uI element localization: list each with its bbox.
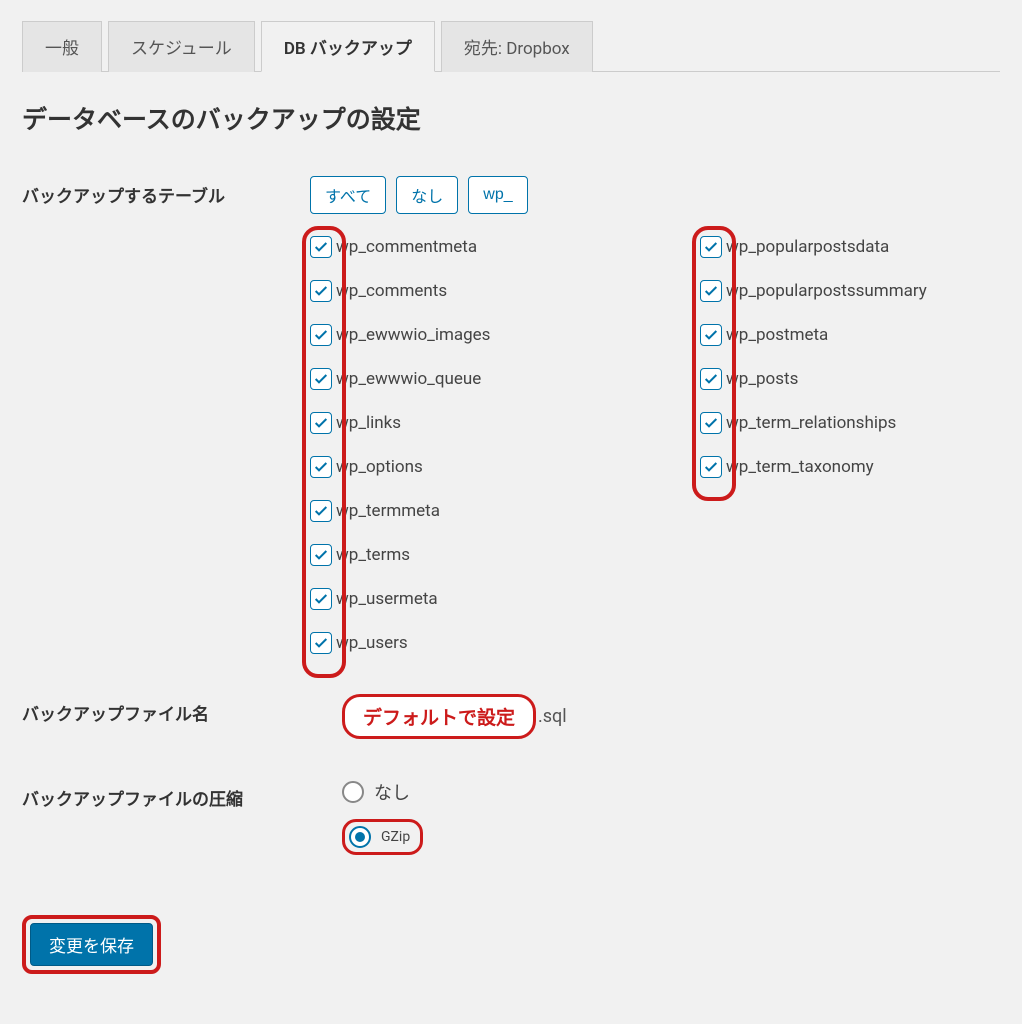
filter-wp-button[interactable]: wp_ (468, 176, 527, 214)
checkbox-wp-popularpostsdata[interactable] (700, 236, 722, 258)
radio-compression-gzip[interactable] (349, 826, 371, 848)
checkbox-wp-options[interactable] (310, 456, 332, 478)
label-compression: バックアップファイルの圧縮 (22, 779, 342, 810)
filter-all-button[interactable]: すべて (310, 176, 386, 214)
save-button[interactable]: 変更を保存 (30, 923, 153, 966)
checkbox-wp-term-taxonomy[interactable] (700, 456, 722, 478)
table-label: wp_comments (336, 281, 447, 301)
table-label: wp_ewwwio_queue (336, 369, 481, 389)
table-label: wp_term_taxonomy (726, 457, 874, 477)
table-label: wp_options (336, 457, 423, 477)
section-title: データベースのバックアップの設定 (22, 100, 1000, 136)
tab-schedule[interactable]: スケジュール (108, 21, 255, 72)
table-label: wp_usermeta (336, 589, 438, 609)
table-label: wp_posts (726, 369, 798, 389)
table-label: wp_ewwwio_images (336, 325, 490, 345)
checkbox-wp-commentmeta[interactable] (310, 236, 332, 258)
tab-destination-dropbox[interactable]: 宛先: Dropbox (441, 21, 593, 72)
filter-none-button[interactable]: なし (396, 176, 458, 214)
table-row: wp_comments (310, 280, 670, 302)
label-backup-tables: バックアップするテーブル (22, 176, 310, 207)
checkbox-wp-postmeta[interactable] (700, 324, 722, 346)
filename-extension: .sql (538, 706, 567, 727)
tab-db-backup[interactable]: DB バックアップ (261, 21, 435, 72)
table-label: wp_links (336, 413, 401, 433)
checkbox-wp-ewwwio-queue[interactable] (310, 368, 332, 390)
table-row: wp_termmeta (310, 500, 670, 522)
checkbox-wp-usermeta[interactable] (310, 588, 332, 610)
checkbox-wp-termmeta[interactable] (310, 500, 332, 522)
table-row: wp_postmeta (700, 324, 1000, 346)
table-row: wp_users (310, 632, 670, 654)
table-row: wp_usermeta (310, 588, 670, 610)
tab-bar: 一般 スケジュール DB バックアップ 宛先: Dropbox (22, 20, 1000, 72)
checkbox-wp-links[interactable] (310, 412, 332, 434)
table-row: wp_posts (700, 368, 1000, 390)
table-row: wp_options (310, 456, 670, 478)
table-row: wp_links (310, 412, 670, 434)
table-label: wp_term_relationships (726, 413, 896, 433)
table-row: wp_ewwwio_images (310, 324, 670, 346)
checkbox-wp-posts[interactable] (700, 368, 722, 390)
checkbox-wp-comments[interactable] (310, 280, 332, 302)
filename-annotation: デフォルトで設定 (342, 694, 536, 739)
table-label: wp_commentmeta (336, 237, 477, 257)
checkbox-wp-terms[interactable] (310, 544, 332, 566)
table-row: wp_term_taxonomy (700, 456, 1000, 478)
table-row: wp_ewwwio_queue (310, 368, 670, 390)
table-row: wp_terms (310, 544, 670, 566)
checkbox-wp-term-relationships[interactable] (700, 412, 722, 434)
table-label: wp_postmeta (726, 325, 828, 345)
table-label: wp_terms (336, 545, 410, 565)
table-row: wp_commentmeta (310, 236, 670, 258)
checkbox-wp-users[interactable] (310, 632, 332, 654)
tab-general[interactable]: 一般 (22, 21, 102, 72)
table-label: wp_termmeta (336, 501, 440, 521)
checkbox-wp-ewwwio-images[interactable] (310, 324, 332, 346)
table-row: wp_popularpostsdata (700, 236, 1000, 258)
checkbox-wp-popularpostssummary[interactable] (700, 280, 722, 302)
radio-label-gzip: GZip (381, 829, 410, 845)
table-row: wp_popularpostssummary (700, 280, 1000, 302)
label-backup-filename: バックアップファイル名 (22, 694, 342, 725)
table-label: wp_popularpostsdata (726, 237, 889, 257)
table-row: wp_term_relationships (700, 412, 1000, 434)
radio-label-none: なし (374, 779, 410, 805)
table-label: wp_users (336, 633, 408, 653)
table-label: wp_popularpostssummary (726, 281, 927, 301)
radio-compression-none[interactable] (342, 781, 364, 803)
